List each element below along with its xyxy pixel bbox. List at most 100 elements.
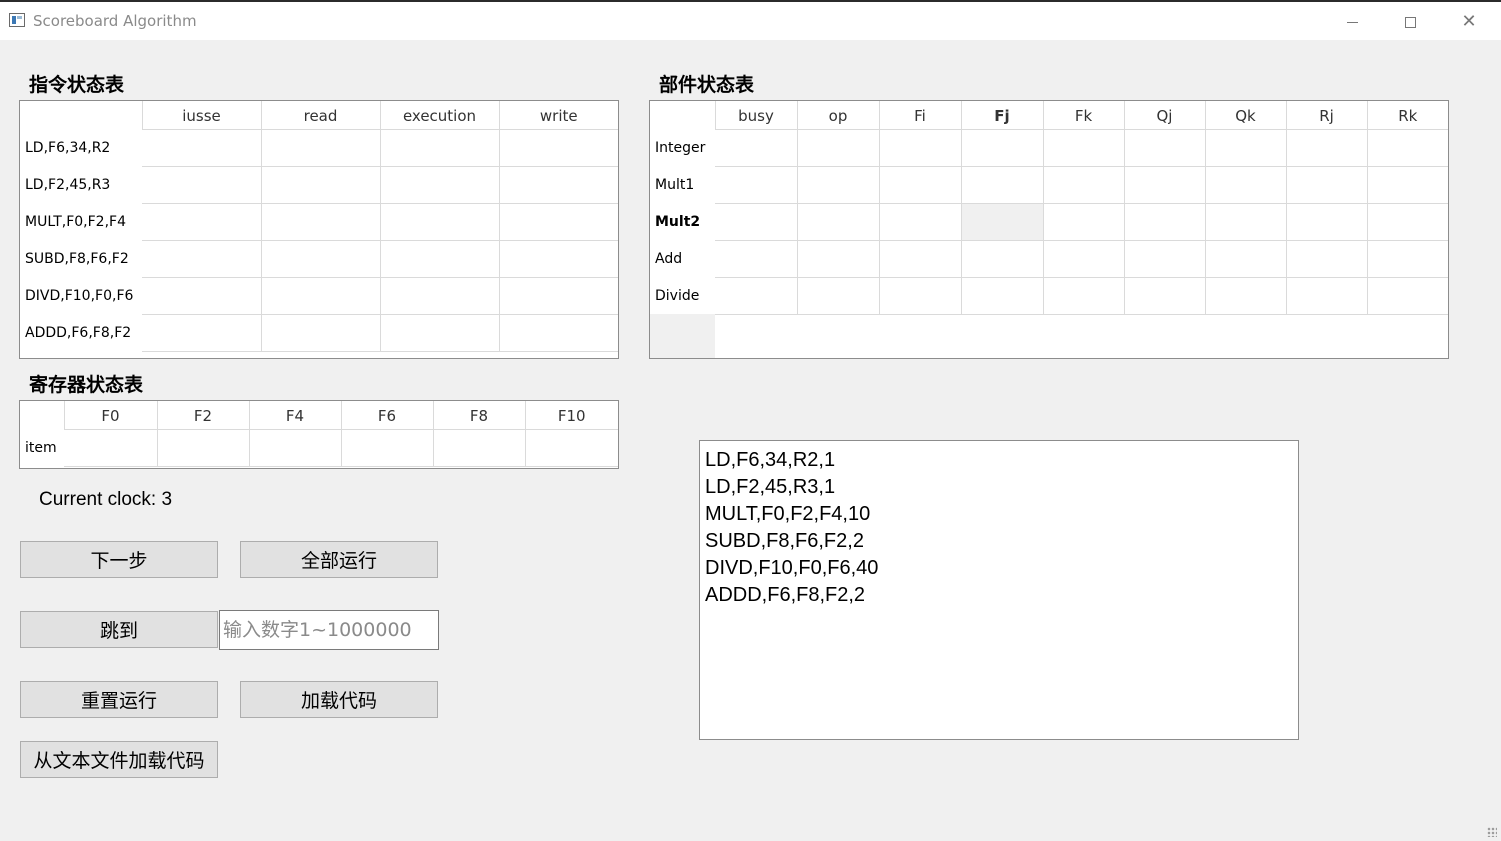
row-header-instruction[interactable]: ADDD,F6,F8,F2 (20, 314, 142, 351)
table-cell[interactable] (1367, 203, 1448, 241)
table-cell[interactable] (433, 429, 526, 467)
table-cell[interactable] (157, 429, 250, 467)
table-cell[interactable] (1043, 277, 1125, 315)
table-cell[interactable] (499, 277, 618, 315)
column-header-f2[interactable]: F2 (157, 401, 250, 430)
table-cell[interactable] (142, 277, 262, 315)
maximize-button[interactable] (1387, 4, 1433, 40)
table-cell[interactable] (1043, 203, 1125, 241)
table-cell[interactable] (1124, 203, 1206, 241)
row-header-unit[interactable]: Divide (650, 277, 715, 314)
table-cell[interactable] (380, 166, 500, 204)
table-cell[interactable] (1205, 277, 1287, 315)
table-cell[interactable] (1124, 166, 1206, 204)
table-cell[interactable] (1286, 240, 1368, 278)
table-cell[interactable] (961, 277, 1044, 315)
table-cell[interactable] (261, 129, 381, 167)
column-header-f0[interactable]: F0 (64, 401, 158, 430)
table-cell[interactable] (961, 240, 1044, 278)
table-cell[interactable] (1205, 129, 1287, 167)
table-cell[interactable] (380, 314, 500, 352)
table-cell[interactable] (1286, 129, 1368, 167)
table-cell[interactable] (797, 129, 880, 167)
table-cell[interactable] (499, 240, 618, 278)
column-header-op[interactable]: op (797, 101, 880, 130)
table-cell[interactable] (1043, 240, 1125, 278)
row-header-instruction[interactable]: SUBD,F8,F6,F2 (20, 240, 142, 277)
table-cell[interactable] (499, 314, 618, 352)
table-cell[interactable] (961, 166, 1044, 204)
table-cell[interactable] (961, 129, 1044, 167)
column-header-qk[interactable]: Qk (1205, 101, 1287, 130)
row-header-unit[interactable]: Add (650, 240, 715, 277)
table-cell[interactable] (1367, 277, 1448, 315)
table-cell[interactable] (142, 240, 262, 278)
table-cell[interactable] (142, 314, 262, 352)
table-cell[interactable] (1043, 129, 1125, 167)
table-cell[interactable] (380, 240, 500, 278)
column-header-f4[interactable]: F4 (249, 401, 342, 430)
minimize-button[interactable] (1329, 4, 1375, 40)
table-cell[interactable] (261, 314, 381, 352)
table-cell[interactable] (1124, 277, 1206, 315)
table-cell[interactable] (142, 203, 262, 241)
load-code-button[interactable]: 加载代码 (240, 681, 438, 718)
table-cell[interactable] (1367, 166, 1448, 204)
table-cell[interactable] (1367, 240, 1448, 278)
table-cell[interactable] (1124, 129, 1206, 167)
table-cell[interactable] (525, 429, 618, 467)
table-cell[interactable] (499, 203, 618, 241)
column-header-issue[interactable]: iusse (142, 101, 262, 130)
table-cell[interactable] (1043, 166, 1125, 204)
table-cell[interactable] (1124, 240, 1206, 278)
row-header-unit[interactable]: Mult2 (650, 203, 715, 240)
table-cell[interactable] (715, 277, 798, 315)
table-cell[interactable] (1205, 240, 1287, 278)
row-header-instruction[interactable]: LD,F2,45,R3 (20, 166, 142, 203)
reset-button[interactable]: 重置运行 (20, 681, 218, 718)
table-cell[interactable] (1205, 203, 1287, 241)
table-cell[interactable] (879, 129, 962, 167)
instruction-status-table[interactable]: iusse read execution write LD,F6,34,R2 L… (19, 100, 619, 359)
table-cell[interactable] (64, 429, 158, 467)
table-cell[interactable] (879, 166, 962, 204)
resize-grip-icon[interactable] (1487, 827, 1497, 837)
column-header-rk[interactable]: Rk (1367, 101, 1448, 130)
table-cell[interactable] (797, 203, 880, 241)
table-cell[interactable] (261, 277, 381, 315)
table-cell[interactable] (499, 129, 618, 167)
column-header-read[interactable]: read (261, 101, 381, 130)
table-cell[interactable] (380, 277, 500, 315)
column-header-fj[interactable]: Fj (961, 101, 1044, 130)
row-header-unit[interactable]: Integer (650, 129, 715, 166)
jump-cycle-input[interactable] (219, 610, 439, 650)
table-cell[interactable] (715, 166, 798, 204)
table-cell[interactable] (1286, 277, 1368, 315)
table-cell[interactable] (341, 429, 434, 467)
row-header-unit[interactable]: Mult1 (650, 166, 715, 203)
column-header-busy[interactable]: busy (715, 101, 798, 130)
column-header-fk[interactable]: Fk (1043, 101, 1125, 130)
column-header-qj[interactable]: Qj (1124, 101, 1206, 130)
code-editor[interactable]: LD,F6,34,R2,1 LD,F2,45,R3,1 MULT,F0,F2,F… (699, 440, 1299, 740)
row-header-instruction[interactable]: DIVD,F10,F0,F6 (20, 277, 142, 314)
table-cell[interactable] (879, 203, 962, 241)
table-cell[interactable] (249, 429, 342, 467)
run-all-button[interactable]: 全部运行 (240, 541, 438, 578)
jump-to-button[interactable]: 跳到 (20, 611, 218, 648)
table-cell[interactable] (715, 203, 798, 241)
table-cell[interactable] (261, 203, 381, 241)
table-cell[interactable] (499, 166, 618, 204)
close-button[interactable]: ✕ (1446, 4, 1492, 40)
table-cell[interactable] (380, 203, 500, 241)
row-header-instruction[interactable]: MULT,F0,F2,F4 (20, 203, 142, 240)
column-header-f6[interactable]: F6 (341, 401, 434, 430)
register-status-table[interactable]: F0 F2 F4 F6 F8 F10 item (19, 400, 619, 469)
table-cell[interactable] (715, 129, 798, 167)
table-cell[interactable] (879, 240, 962, 278)
table-cell[interactable] (715, 240, 798, 278)
unit-status-table[interactable]: busy op Fi Fj Fk Qj Qk Rj Rk Integer Mul… (649, 100, 1449, 359)
table-cell[interactable] (380, 129, 500, 167)
table-cell[interactable] (1286, 166, 1368, 204)
table-cell[interactable] (1367, 129, 1448, 167)
